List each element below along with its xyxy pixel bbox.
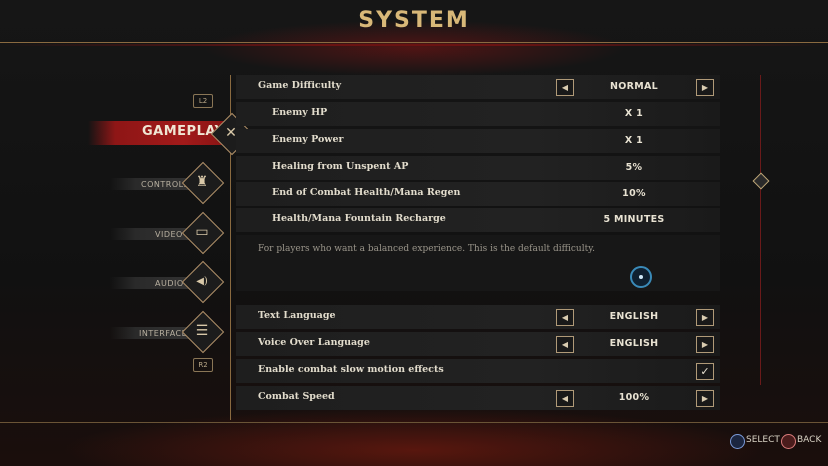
prev-option-button[interactable]: ◀ [556, 390, 574, 407]
setting-value: ENGLISH [609, 338, 659, 349]
setting-value: 5% [625, 162, 643, 173]
prev-option-button[interactable]: ◀ [556, 336, 574, 353]
select-hint[interactable]: SELECT [746, 435, 780, 445]
r2-button-hint[interactable]: R2 [193, 358, 213, 372]
header-glow [0, 44, 828, 46]
setting-label: Text Language [258, 310, 336, 321]
pointer-cursor [630, 266, 652, 288]
interface-icon: ☰ [195, 323, 209, 339]
next-option-button[interactable]: ▶ [696, 309, 714, 326]
setting-label: Enemy Power [272, 134, 344, 145]
slow-motion-checkbox[interactable]: ✓ [696, 363, 714, 380]
setting-label: End of Combat Health/Mana Regen [272, 187, 461, 198]
setting-value: NORMAL [609, 81, 658, 92]
setting-row-healing-unspent-ap[interactable]: Healing from Unspent AP 5% [236, 156, 720, 180]
setting-row-enemy-hp[interactable]: Enemy HP X 1 [236, 102, 720, 126]
setting-value: X 1 [624, 135, 644, 146]
prev-option-button[interactable]: ◀ [556, 309, 574, 326]
scrollbar-track[interactable] [760, 75, 761, 385]
setting-label: Health/Mana Fountain Recharge [272, 213, 446, 224]
back-hint[interactable]: BACK [797, 435, 821, 445]
setting-row-combat-speed[interactable]: Combat Speed ◀ 100% ▶ [236, 386, 720, 410]
setting-label: Enable combat slow motion effects [258, 364, 444, 375]
cursor-dot [639, 275, 643, 279]
setting-value: 10% [622, 188, 646, 199]
setting-label: Voice Over Language [258, 337, 370, 348]
next-option-button[interactable]: ▶ [696, 336, 714, 353]
setting-label: Enemy HP [272, 107, 328, 118]
joystick-icon: ♜ [195, 174, 209, 190]
setting-label: Combat Speed [258, 391, 335, 402]
header-divider [0, 42, 828, 43]
footer-divider [0, 422, 828, 423]
monitor-icon: ▭ [195, 224, 209, 240]
setting-value: 5 MINUTES [603, 214, 665, 225]
setting-row-slow-motion[interactable]: Enable combat slow motion effects ✓ [236, 359, 720, 383]
setting-label: Healing from Unspent AP [272, 161, 409, 172]
circle-button-icon [781, 434, 796, 449]
setting-row-game-difficulty[interactable]: Game Difficulty ◀ NORMAL ▶ [236, 75, 720, 99]
cross-button-icon [730, 434, 745, 449]
setting-row-combat-regen[interactable]: End of Combat Health/Mana Regen 10% [236, 182, 720, 206]
l2-button-hint[interactable]: L2 [193, 94, 213, 108]
setting-row-fountain-recharge[interactable]: Health/Mana Fountain Recharge 5 MINUTES [236, 208, 720, 232]
prev-option-button[interactable]: ◀ [556, 79, 574, 96]
setting-row-enemy-power[interactable]: Enemy Power X 1 [236, 129, 720, 153]
speaker-icon: ◀) [196, 275, 208, 287]
next-option-button[interactable]: ▶ [696, 390, 714, 407]
description-text: For players who want a balanced experien… [258, 244, 595, 254]
setting-value: 100% [618, 392, 650, 403]
setting-value: X 1 [624, 108, 644, 119]
page-title: SYSTEM [358, 8, 470, 33]
setting-label: Game Difficulty [258, 80, 342, 91]
next-option-button[interactable]: ▶ [696, 79, 714, 96]
setting-value: ENGLISH [609, 311, 659, 322]
setting-row-text-language[interactable]: Text Language ◀ ENGLISH ▶ [236, 305, 720, 329]
setting-row-voice-language[interactable]: Voice Over Language ◀ ENGLISH ▶ [236, 332, 720, 356]
